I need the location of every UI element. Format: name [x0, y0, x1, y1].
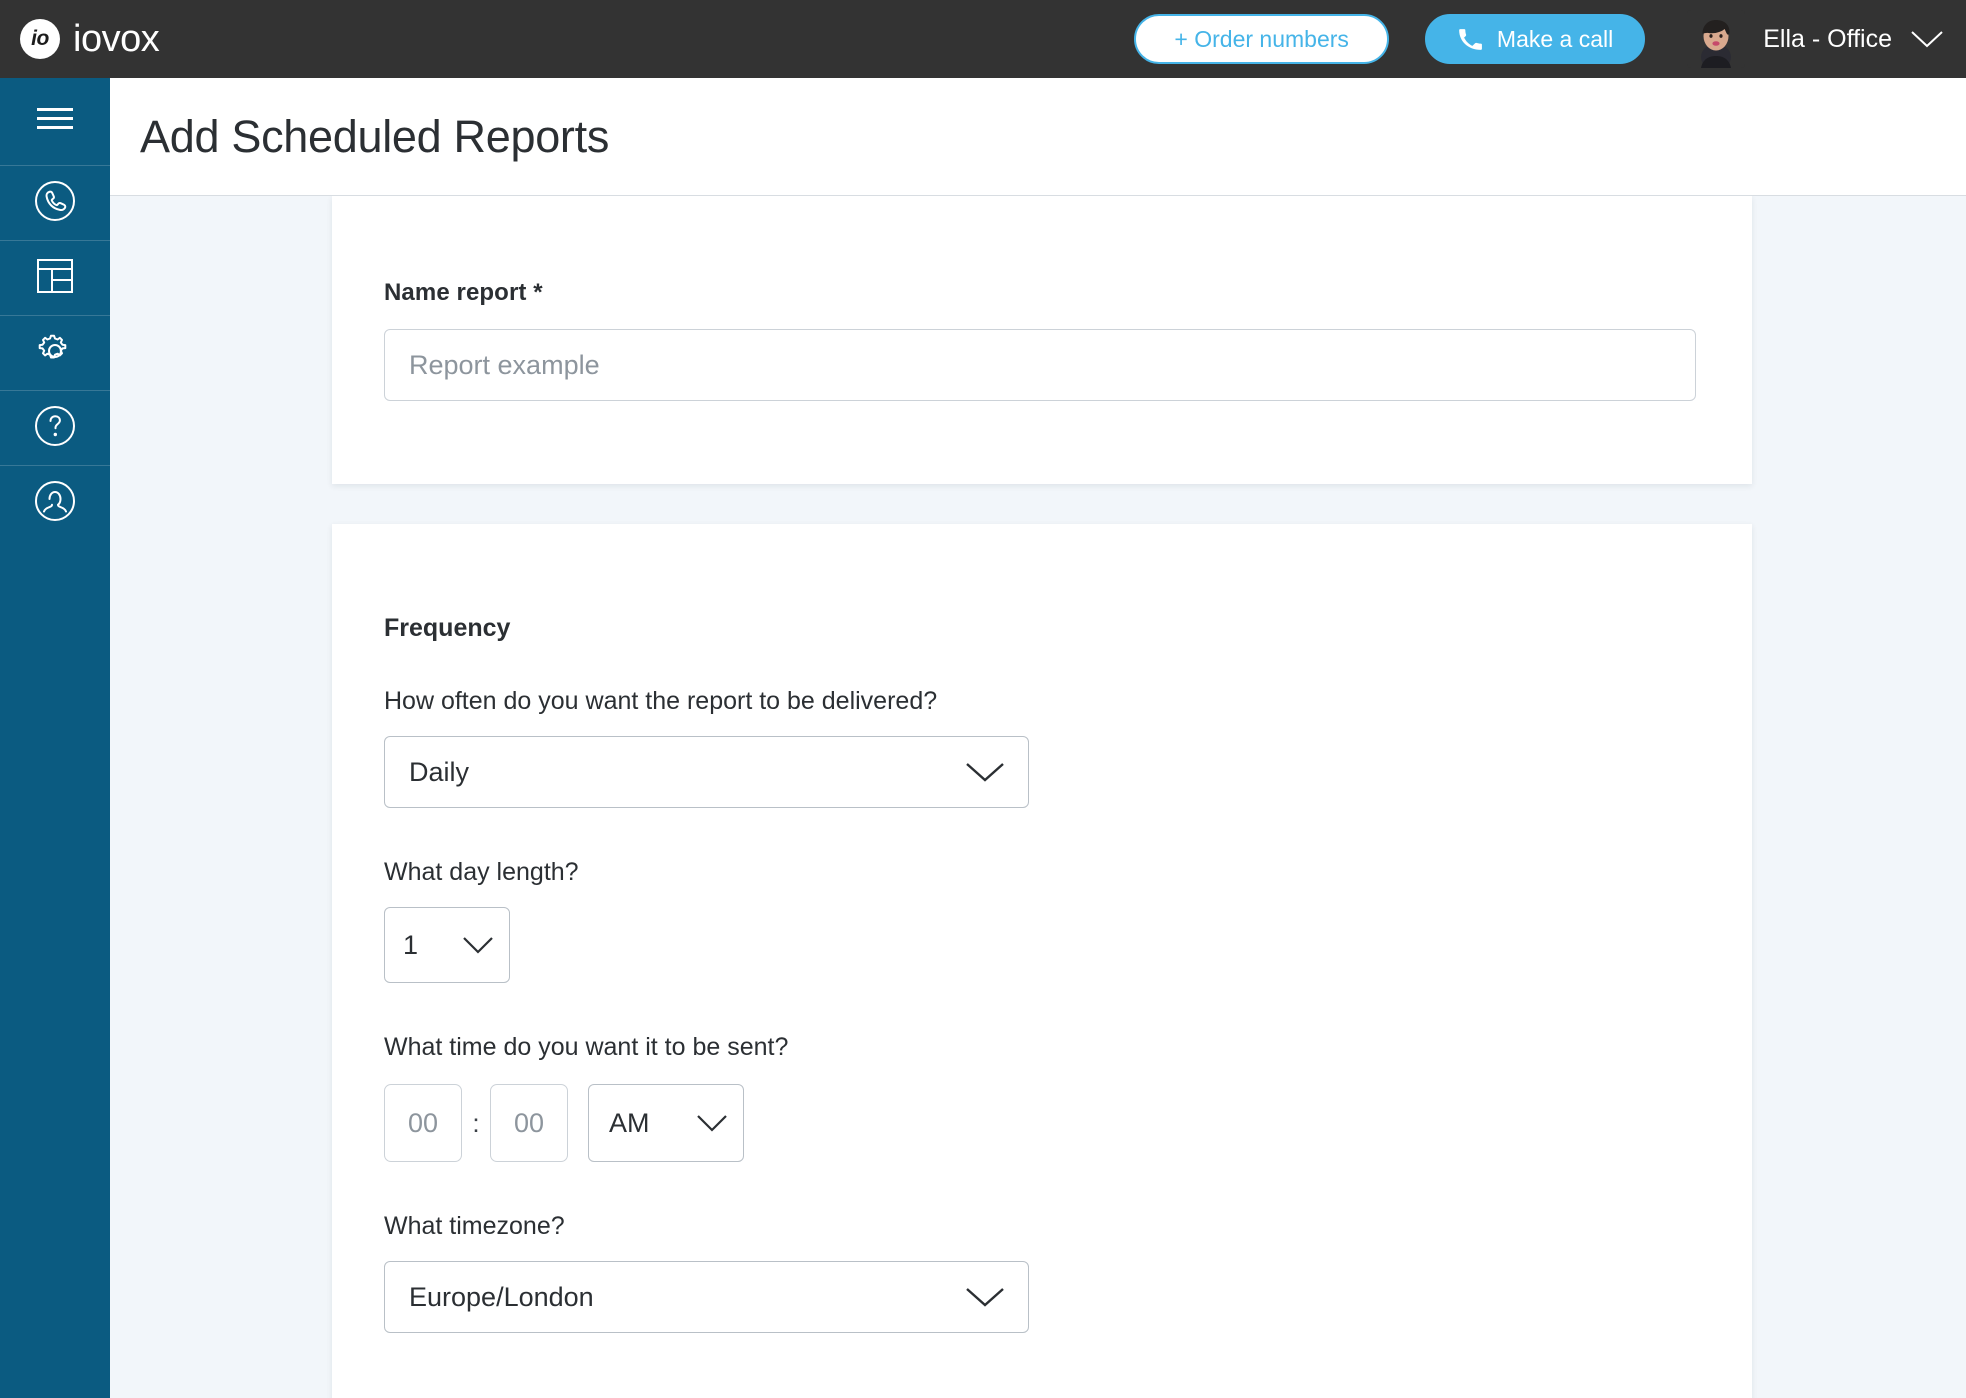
iovox-mark-icon: io	[20, 19, 60, 59]
sidebar-item-menu[interactable]	[0, 78, 110, 166]
how-often-question: How often do you want the report to be d…	[384, 687, 938, 715]
make-a-call-button[interactable]: Make a call	[1424, 14, 1646, 64]
phone-circle-icon	[33, 179, 77, 228]
time-hour-input[interactable]: 00	[384, 1084, 462, 1162]
sidebar-item-account[interactable]	[0, 466, 110, 541]
chevron-down-icon	[461, 934, 495, 956]
chevron-down-icon	[695, 1112, 729, 1134]
timezone-select-value: Europe/London	[409, 1281, 594, 1312]
sidebar-item-dashboard[interactable]	[0, 241, 110, 316]
name-report-label: Name report *	[384, 279, 543, 306]
frequency-section-title: Frequency	[384, 614, 511, 642]
time-question: What time do you want it to be sent?	[384, 1033, 789, 1061]
frequency-select-value: Daily	[409, 756, 470, 787]
name-report-card: Name report * Report example	[332, 196, 1752, 484]
day-length-select-value: 1	[403, 929, 419, 960]
sidebar	[0, 78, 110, 1398]
time-input-row: 00 : 00 AM	[384, 1084, 1700, 1162]
brand-logo[interactable]: io iovox	[20, 18, 160, 60]
ampm-select[interactable]: AM	[588, 1084, 744, 1162]
main-content: Name report * Report example Frequency H…	[110, 196, 1966, 1398]
top-bar: io iovox + Order numbers Make a call Ell…	[0, 0, 1966, 78]
chevron-down-icon[interactable]	[1910, 28, 1944, 50]
time-minute-input[interactable]: 00	[490, 1084, 568, 1162]
avatar	[1687, 10, 1746, 68]
time-separator: :	[472, 1107, 480, 1138]
day-length-question: What day length?	[384, 858, 579, 886]
sidebar-item-help[interactable]	[0, 391, 110, 466]
layout-grid-icon	[34, 255, 76, 302]
page-header: Add Scheduled Reports	[110, 78, 1966, 196]
hamburger-menu-icon	[35, 104, 75, 139]
top-bar-actions: + Order numbers Make a call Ella - Offic…	[1134, 10, 1944, 68]
chevron-down-icon	[964, 1284, 1006, 1310]
timezone-select[interactable]: Europe/London	[384, 1261, 1029, 1333]
order-numbers-label: + Order numbers	[1174, 25, 1349, 52]
brand-name: iovox	[73, 18, 160, 60]
user-circle-icon	[33, 479, 77, 528]
page-title: Add Scheduled Reports	[140, 110, 610, 162]
gear-icon	[33, 329, 77, 378]
ampm-select-value: AM	[609, 1107, 650, 1138]
make-a-call-label: Make a call	[1496, 25, 1614, 52]
sidebar-item-calls[interactable]	[0, 166, 110, 241]
timezone-question: What timezone?	[384, 1212, 565, 1240]
frequency-select[interactable]: Daily	[384, 736, 1029, 808]
user-menu[interactable]: Ella - Office	[1687, 10, 1944, 68]
user-name-label: Ella - Office	[1763, 24, 1892, 53]
frequency-card: Frequency How often do you want the repo…	[332, 524, 1752, 1398]
sidebar-item-settings[interactable]	[0, 316, 110, 391]
phone-icon	[1457, 26, 1483, 52]
question-circle-icon	[33, 404, 77, 453]
order-numbers-button[interactable]: + Order numbers	[1134, 14, 1389, 64]
chevron-down-icon	[964, 759, 1006, 785]
day-length-select[interactable]: 1	[384, 907, 510, 983]
name-report-input[interactable]: Report example	[384, 329, 1696, 401]
